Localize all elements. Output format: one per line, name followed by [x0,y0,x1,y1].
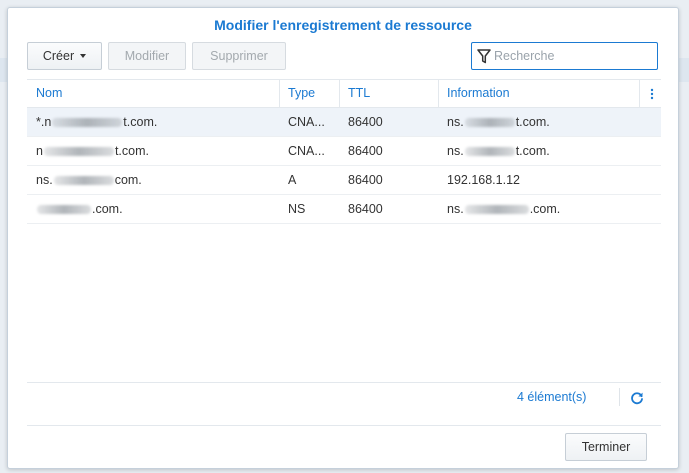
record-name: *.n t.com. [36,115,158,129]
table-row[interactable]: ns. com. A 86400 192.168.1.12 [27,166,661,195]
record-type: A [288,173,297,187]
dialog-footer-divider [27,425,661,426]
resource-record-dialog: Modifier l'enregistrement de ressource C… [7,7,679,469]
create-button[interactable]: Créer [27,42,102,70]
create-button-label: Créer [42,49,75,63]
footer-separator [619,388,620,406]
record-ttl: 86400 [348,144,383,158]
column-header-ttl[interactable]: TTL [339,80,438,107]
table-row[interactable]: .com. NS 86400 ns. .com. [27,195,661,224]
record-name: ns. com. [36,173,142,187]
record-information: ns. .com. [447,202,561,216]
column-header-information[interactable]: Information [438,80,638,107]
record-name: .com. [27,195,279,223]
column-header-name[interactable]: Nom [27,80,279,107]
table-footer-divider [27,382,661,383]
redacted-text [464,205,529,215]
redacted-text [53,176,114,186]
edit-button[interactable]: Modifier [108,42,186,70]
table-row[interactable]: n t.com. CNA... 86400 ns. t.com. [27,137,661,166]
record-type: NS [288,202,306,216]
filter-icon[interactable] [476,43,492,69]
column-menu-icon[interactable] [643,80,661,107]
record-ttl: 86400 [348,173,383,187]
search-box[interactable] [471,42,658,70]
dialog-title: Modifier l'enregistrement de ressource [214,17,472,33]
caret-down-icon [80,54,87,58]
records-table: Nom Type TTL Information *.n t.com. CNA..… [27,79,661,224]
record-information: ns. t.com. [447,115,550,129]
record-ttl: 86400 [348,115,383,129]
table-header: Nom Type TTL Information [27,79,661,108]
refresh-icon[interactable] [629,390,645,406]
redacted-text [464,147,515,157]
redacted-text [52,118,123,128]
finish-button[interactable]: Terminer [565,433,647,461]
delete-button[interactable]: Supprimer [192,42,286,70]
redacted-text [43,147,114,157]
item-count: 4 élément(s) [517,390,587,404]
redacted-text [464,118,515,128]
record-information: ns. t.com. [447,144,550,158]
search-input[interactable] [492,44,657,68]
record-type: CNA... [288,115,325,129]
record-ttl: 86400 [348,202,383,216]
column-header-type[interactable]: Type [279,80,339,107]
table-row[interactable]: *.n t.com. CNA... 86400 ns. t.com. [27,108,661,137]
record-name: n t.com. [36,144,149,158]
record-information: 192.168.1.12 [447,173,520,187]
redacted-text [37,205,91,215]
record-type: CNA... [288,144,325,158]
